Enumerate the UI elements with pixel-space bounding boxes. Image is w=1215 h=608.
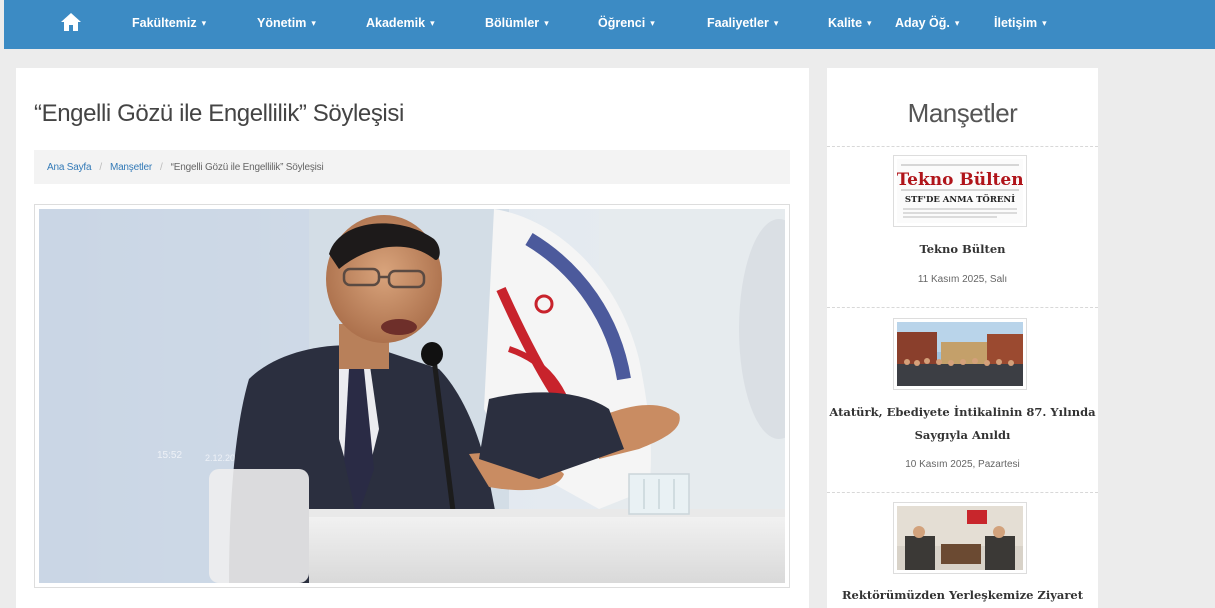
news-thumbnail[interactable]: Tekno Bülten STF'DE ANMA TÖRENİ xyxy=(893,155,1027,227)
thumbnail-masthead: Tekno Bülten xyxy=(897,170,1023,190)
nav-item-yonetim[interactable]: Yönetim ▾ xyxy=(257,16,316,30)
chevron-down-icon: ▾ xyxy=(650,18,655,28)
photo-overlay-time: 15:52 xyxy=(157,450,182,461)
news-title[interactable]: Tekno Bülten xyxy=(827,237,1098,261)
divider xyxy=(827,307,1098,308)
nav-item-bolumler[interactable]: Bölümler ▾ xyxy=(485,16,549,30)
breadcrumb-home-link[interactable]: Ana Sayfa xyxy=(47,162,92,173)
sidebar-title: Manşetler xyxy=(907,98,1018,128)
breadcrumb-current: “Engelli Gözü ile Engellilik” Söyleşisi xyxy=(170,161,324,173)
chevron-down-icon: ▾ xyxy=(430,18,435,28)
nav-item-iletisim[interactable]: İletişim ▾ xyxy=(994,16,1047,30)
chevron-down-icon: ▾ xyxy=(773,18,779,28)
chevron-down-icon: ▾ xyxy=(311,18,316,28)
divider xyxy=(827,492,1098,493)
home-icon[interactable] xyxy=(60,12,82,34)
chevron-down-icon: ▾ xyxy=(201,18,207,28)
news-thumbnail-image: Tekno Bülten STF'DE ANMA TÖRENİ xyxy=(896,159,1024,223)
news-date: 11 Kasım 2025, Salı xyxy=(917,274,1008,285)
breadcrumb-section-link[interactable]: Manşetler xyxy=(110,162,152,173)
chevron-down-icon: ▾ xyxy=(867,18,872,28)
chevron-down-icon: ▾ xyxy=(1042,18,1047,28)
nav-item-ogrenci[interactable]: Öğrenci ▾ xyxy=(598,16,655,30)
nav-item-kalite[interactable]: Kalite ▾ xyxy=(828,16,872,30)
top-navbar: Fakültemiz ▾ Yönetim ▾ Akademik ▾ Bölümler ▾… xyxy=(4,0,1215,49)
news-thumbnail[interactable] xyxy=(893,502,1027,574)
nav-item-aday-ogrenci[interactable]: Aday Öğ. ▾ xyxy=(895,16,959,30)
article-photo: 15:52 2.12.2024 xyxy=(34,204,790,588)
nav-item-faaliyetler[interactable]: Faaliyetler ▾ xyxy=(707,16,778,30)
news-thumbnail-image xyxy=(897,506,1023,570)
breadcrumb: Ana Sayfa / Manşetler / “Engelli Gözü il… xyxy=(34,150,790,184)
news-title[interactable]: Rektörümüzden Yerleşkemize Ziyaret xyxy=(827,583,1098,607)
breadcrumb-separator: / xyxy=(99,161,102,173)
news-title-line2[interactable]: Saygıyla Anıldı xyxy=(827,423,1098,447)
news-date: 10 Kasım 2025, Pazartesi xyxy=(905,459,1020,470)
nav-item-akademik[interactable]: Akademik ▾ xyxy=(366,16,435,30)
nav-item-fakultemiz[interactable]: Fakültemiz ▾ xyxy=(132,16,206,30)
breadcrumb-separator: / xyxy=(160,161,163,173)
divider xyxy=(827,146,1098,147)
page-title: “Engelli Gözü ile Engellilik” Söyleşisi xyxy=(34,100,404,127)
news-thumbnail-image xyxy=(897,322,1023,386)
article-photo-image: 15:52 2.12.2024 xyxy=(39,209,785,583)
chevron-down-icon: ▾ xyxy=(544,18,549,28)
chevron-down-icon: ▾ xyxy=(954,18,960,28)
news-thumbnail[interactable] xyxy=(893,318,1027,390)
news-title[interactable]: Atatürk, Ebediyete İntikalinin 87. Yılın… xyxy=(827,400,1098,424)
